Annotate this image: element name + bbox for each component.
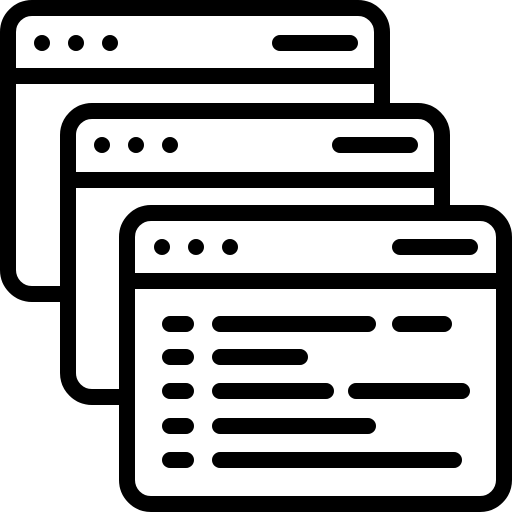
- middle-window-dot-icon: [162, 137, 178, 153]
- front-window-dot-icon: [188, 239, 204, 255]
- middle-window-dot-icon: [128, 137, 144, 153]
- front-window: [119, 205, 512, 512]
- back-window-dot-icon: [34, 35, 50, 51]
- stacked-browser-windows-icon: [0, 0, 512, 512]
- middle-window-dot-icon: [94, 137, 110, 153]
- front-window-dot-icon: [222, 239, 238, 255]
- front-window-dot-icon: [154, 239, 170, 255]
- back-window-dot-icon: [68, 35, 84, 51]
- stacked-windows-illustration: [0, 0, 512, 512]
- back-window-dot-icon: [102, 35, 118, 51]
